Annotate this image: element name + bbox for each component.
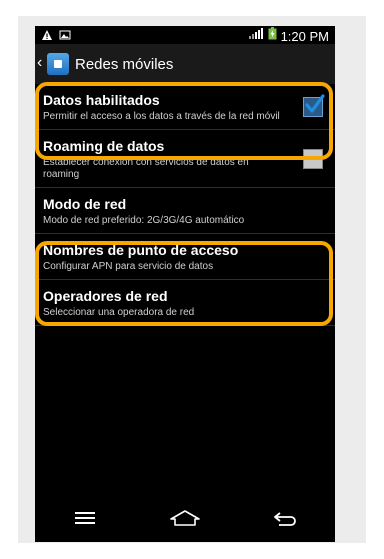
setting-summary: Modo de red preferido: 2G/3G/4G automáti… [43,215,245,226]
battery-icon [268,27,277,45]
setting-title: Modo de red [43,196,127,212]
back-icon [271,510,299,531]
menu-icon [75,511,95,529]
mobile-networks-icon[interactable] [47,53,69,75]
phone-screen: 1:20 PM ‹ Redes móviles Datos habilitado… [35,26,335,542]
home-button[interactable] [165,505,205,535]
chevron-left-icon[interactable]: ‹ [37,54,42,72]
setting-summary: Establecer conexión con servicios de dat… [43,157,249,180]
menu-button[interactable] [65,505,105,535]
navigation-bar [35,498,335,542]
back-button[interactable] [265,505,305,535]
page-title: Redes móviles [75,56,174,73]
home-icon [170,509,200,531]
clock: 1:20 PM [280,28,329,44]
highlight-data-enabled [35,82,333,160]
setting-modo-de-red[interactable]: Modo de red Modo de red preferido: 2G/3G… [35,188,335,234]
status-bar: 1:20 PM [35,26,335,44]
action-bar: ‹ Redes móviles [35,44,335,84]
signal-icon [248,27,264,45]
highlight-access-point-names [35,241,333,326]
